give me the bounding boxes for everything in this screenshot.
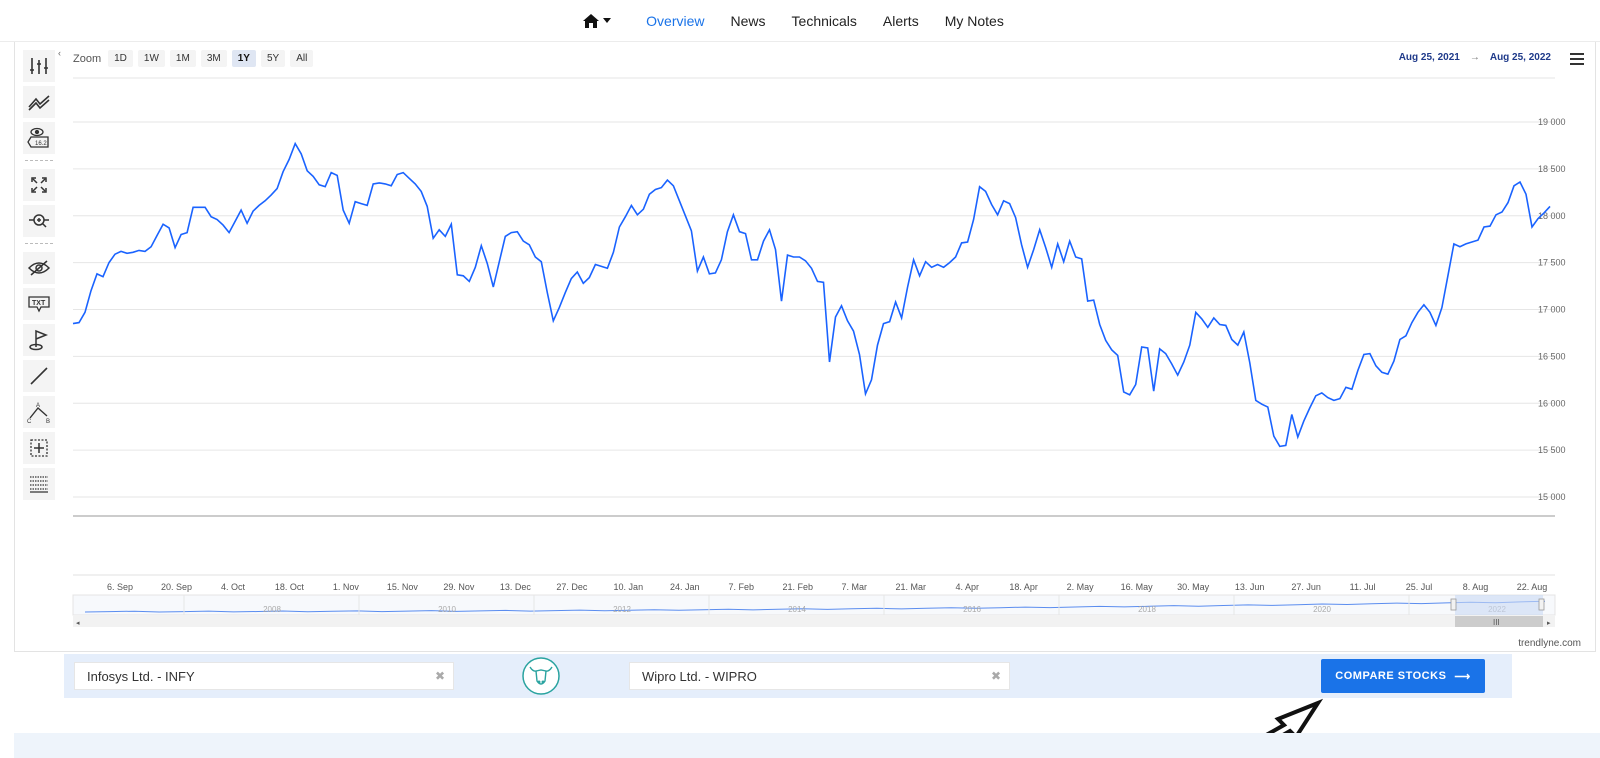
x-tick-label: 13. Jun xyxy=(1235,582,1265,592)
price-series-line xyxy=(72,141,1551,448)
x-tick-label: 13. Dec xyxy=(500,582,532,592)
x-tick-label: 29. Nov xyxy=(443,582,475,592)
compare-bar: Infosys Ltd. - INFY ✖ Wipro Ltd. - WIPRO… xyxy=(64,654,1512,698)
x-tick-label: 27. Dec xyxy=(556,582,588,592)
x-tick-label: 22. Aug xyxy=(1517,582,1548,592)
y-tick-label: 15 500 xyxy=(1538,445,1566,455)
y-tick-label: 15 000 xyxy=(1538,492,1566,502)
x-tick-label: 21. Feb xyxy=(782,582,813,592)
navigator-year-label: 2016 xyxy=(963,605,981,614)
top-nav: Overview News Technicals Alerts My Notes xyxy=(0,0,1600,42)
y-tick-label: 19 000 xyxy=(1538,117,1566,127)
x-tick-label: 18. Apr xyxy=(1009,582,1038,592)
x-tick-label: 24. Jan xyxy=(670,582,700,592)
y-tick-label: 17 000 xyxy=(1538,305,1566,315)
navigator-scrollbar-track[interactable] xyxy=(73,616,1555,627)
x-tick-label: 21. Mar xyxy=(895,582,926,592)
price-chart[interactable]: 19 00018 50018 00017 50017 00016 50016 0… xyxy=(15,42,1597,642)
bull-logo-icon xyxy=(521,656,561,696)
navigator-year-label: 2012 xyxy=(613,605,631,614)
x-tick-label: 10. Jan xyxy=(614,582,644,592)
x-tick-label: 4. Oct xyxy=(221,582,246,592)
navigator-left-handle[interactable] xyxy=(1450,598,1457,611)
chart-grid xyxy=(73,77,1555,576)
y-tick-label: 18 500 xyxy=(1538,164,1566,174)
scroll-right-icon: ▸ xyxy=(1547,620,1551,627)
caret-down-icon xyxy=(603,18,612,23)
navigator-year-label: 2008 xyxy=(263,605,281,614)
nav-technicals[interactable]: Technicals xyxy=(792,13,857,29)
navigator-year-label: 2014 xyxy=(788,605,806,614)
x-tick-label: 25. Jul xyxy=(1406,582,1433,592)
x-tick-label: 6. Sep xyxy=(107,582,133,592)
chart-panel: ‹ 16.2 TXT ACB Zoom 1D 1W 1M 3M 1Y 5Y Al… xyxy=(14,42,1596,652)
compare-stocks-label: COMPARE STOCKS xyxy=(1335,670,1447,682)
x-tick-label: 2. May xyxy=(1067,582,1095,592)
nav-overview[interactable]: Overview xyxy=(646,13,704,29)
navigator-year-label: 2020 xyxy=(1313,605,1331,614)
chart-credit: trendlyne.com xyxy=(1518,638,1581,649)
x-tick-label: 20. Sep xyxy=(161,582,192,592)
x-axis-labels: 6. Sep 20. Sep 4. Oct 18. Oct 1. Nov 15. Nov 2… xyxy=(107,582,1547,592)
scrollbar-grip-icon: III xyxy=(1493,618,1500,627)
scroll-left-icon: ◂ xyxy=(76,620,80,627)
stock-2-value: Wipro Ltd. - WIPRO xyxy=(642,668,757,684)
y-tick-label: 16 000 xyxy=(1538,398,1566,408)
arrow-right-icon: ⟶ xyxy=(1454,670,1471,683)
navigator-track xyxy=(72,594,1556,616)
clear-stock-1-icon[interactable]: ✖ xyxy=(435,669,445,683)
nav-alerts[interactable]: Alerts xyxy=(883,13,919,29)
x-tick-label: 7. Mar xyxy=(841,582,867,592)
navigator-year-label: 2010 xyxy=(438,605,456,614)
x-tick-label: 16. May xyxy=(1121,582,1154,592)
compare-stocks-button[interactable]: COMPARE STOCKS ⟶ xyxy=(1321,659,1485,693)
nav-news[interactable]: News xyxy=(731,13,766,29)
stock-1-value: Infosys Ltd. - INFY xyxy=(87,668,195,684)
x-tick-label: 15. Nov xyxy=(387,582,419,592)
y-tick-label: 16 500 xyxy=(1538,351,1566,361)
navigator-year-label: 2018 xyxy=(1138,605,1156,614)
x-tick-label: 30. May xyxy=(1177,582,1210,592)
navigator-selection[interactable] xyxy=(1455,595,1543,615)
stock-2-input[interactable]: Wipro Ltd. - WIPRO ✖ xyxy=(629,662,1010,690)
x-tick-label: 11. Jul xyxy=(1350,582,1376,592)
navigator[interactable]: 20082010201220142016201820202022 III ◂ ▸ xyxy=(72,594,1556,627)
home-menu[interactable] xyxy=(583,13,612,28)
clear-stock-2-icon[interactable]: ✖ xyxy=(991,669,1001,683)
nav-my-notes[interactable]: My Notes xyxy=(945,13,1004,29)
x-tick-label: 1. Nov xyxy=(333,582,360,592)
y-axis-labels: 19 00018 50018 00017 50017 00016 50016 0… xyxy=(1538,117,1566,502)
x-tick-label: 8. Aug xyxy=(1463,582,1489,592)
home-icon xyxy=(583,13,600,28)
x-tick-label: 7. Feb xyxy=(729,582,755,592)
x-tick-label: 4. Apr xyxy=(955,582,979,592)
y-tick-label: 17 500 xyxy=(1538,258,1566,268)
x-tick-label: 27. Jun xyxy=(1291,582,1321,592)
footer-strip xyxy=(14,733,1600,758)
navigator-right-handle[interactable] xyxy=(1538,598,1545,611)
x-tick-label: 18. Oct xyxy=(275,582,305,592)
stock-1-input[interactable]: Infosys Ltd. - INFY ✖ xyxy=(74,662,454,690)
